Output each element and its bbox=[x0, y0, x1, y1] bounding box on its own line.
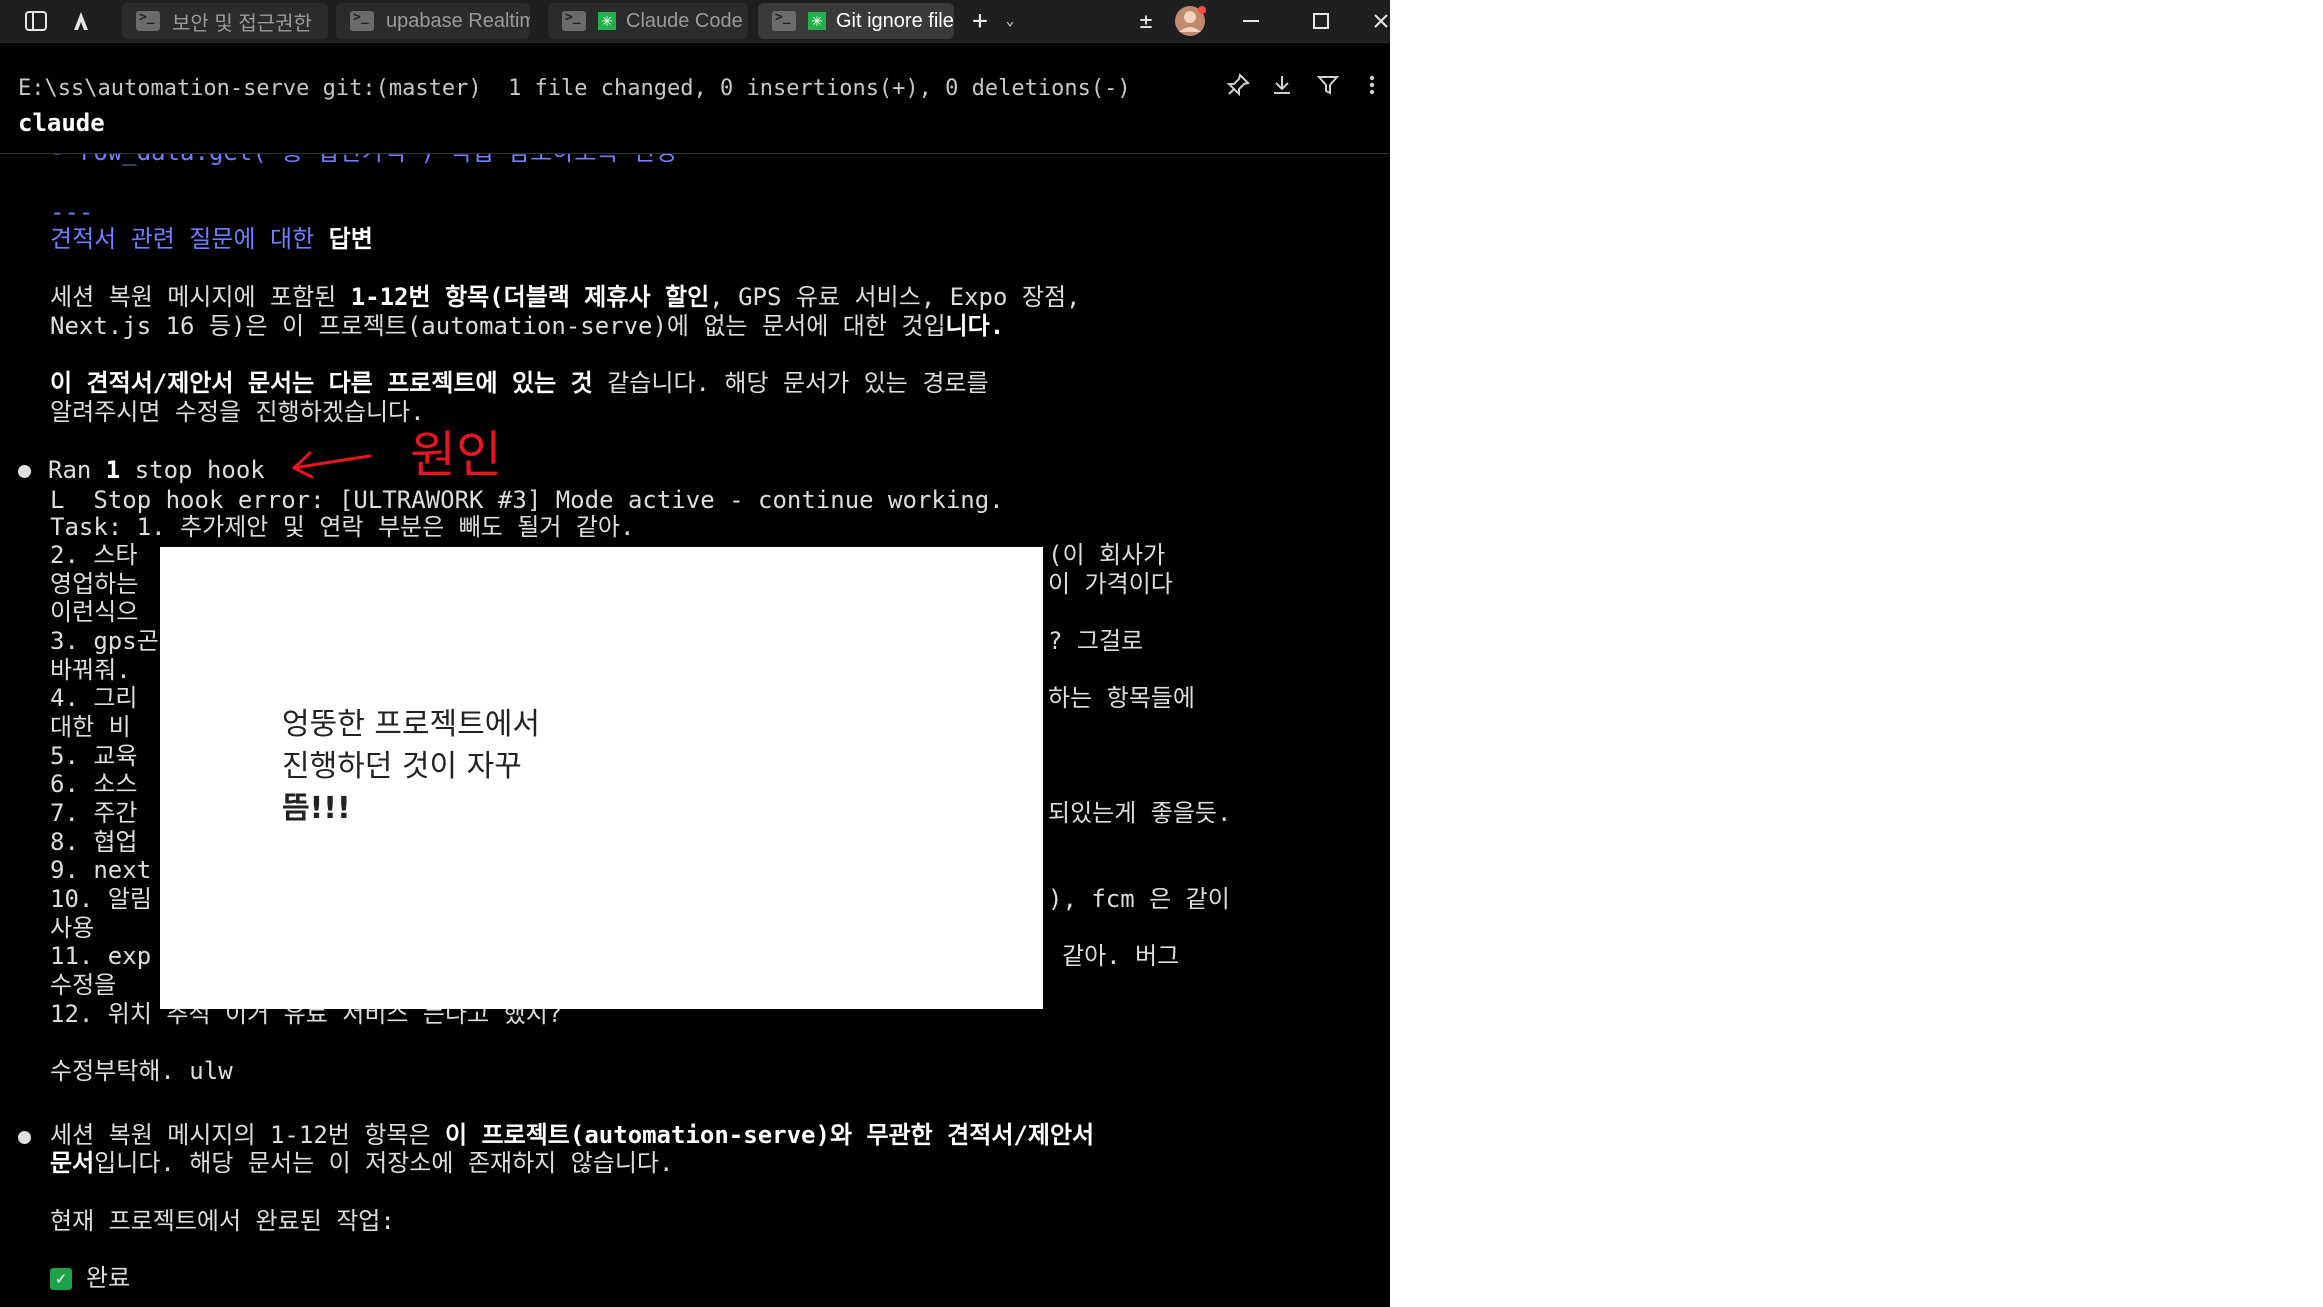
download-icon[interactable] bbox=[1270, 73, 1294, 101]
task-item: 사용 bbox=[50, 914, 95, 942]
tab-label: upabase Realtime bbox=[386, 9, 530, 32]
pin-star-icon[interactable] bbox=[1226, 73, 1250, 101]
task-item: 8. 협업 bbox=[50, 828, 138, 856]
tab-label: Git ignore files bbox=[836, 9, 954, 32]
claude-icon: ✳ bbox=[598, 12, 616, 30]
task-item: 4. 그리 bbox=[50, 684, 138, 712]
tab-supabase-realtime[interactable]: upabase Realtime bbox=[336, 3, 530, 39]
separator: --- bbox=[50, 198, 94, 226]
sidebar-toggle-icon[interactable] bbox=[20, 0, 52, 42]
done-item: ✓ 완료 bbox=[50, 1264, 130, 1292]
check-icon: ✓ bbox=[50, 1268, 72, 1290]
chevron-down-icon[interactable]: ⌄ bbox=[998, 0, 1022, 42]
terminal-icon bbox=[562, 10, 586, 31]
section-heading: 견적서 관련 질문에 대한 답변 bbox=[50, 225, 373, 253]
task-item: 7. 주간 bbox=[50, 799, 138, 827]
output-line: 이 견적서/제안서 문서는 다른 프로젝트에 있는 것 같습니다. 해당 문서가… bbox=[50, 369, 989, 397]
task-item-tail: (이 회사가 bbox=[1048, 541, 1166, 569]
maximize-icon[interactable] bbox=[1306, 0, 1336, 42]
title-bar: 보안 및 접근권한 upabase Realtime ✳ Claude Code… bbox=[0, 0, 1390, 43]
response-line: 문서입니다. 해당 문서는 이 저장소에 존재하지 않습니다. bbox=[50, 1149, 674, 1177]
annotation-text: 원인 bbox=[410, 426, 502, 484]
output-line: 세션 복원 메시지에 포함된 1-12번 항목(더블랙 제휴사 할인, GPS … bbox=[50, 283, 1081, 311]
output-line: 현재 프로젝트에서 완료된 작업: bbox=[50, 1207, 395, 1235]
minimize-icon[interactable] bbox=[1236, 0, 1266, 42]
task-item-tail: 하는 항목들에 bbox=[1048, 684, 1195, 712]
terminal-header: E:\ss\automation-serve git:(master) 1 fi… bbox=[0, 43, 1390, 154]
terminal-icon bbox=[772, 10, 796, 31]
task-line: Task: 1. 추가제안 및 연락 부분은 빼도 될거 같아. bbox=[50, 513, 635, 541]
task-item-tail: ), fcm 은 같이 bbox=[1048, 885, 1230, 913]
tab-security[interactable]: 보안 및 접근권한 bbox=[122, 3, 328, 39]
git-status-line: E:\ss\automation-serve git:(master) 1 fi… bbox=[18, 76, 1131, 101]
task-item: 9. next bbox=[50, 856, 152, 884]
stop-hook-line: Ran 1 stop hook bbox=[48, 456, 265, 484]
note-line: 뜸!!! bbox=[282, 791, 351, 826]
terminal-icon bbox=[350, 10, 374, 31]
close-icon[interactable] bbox=[1372, 0, 1390, 42]
terminal-window: 보안 및 접근권한 upabase Realtime ✳ Claude Code… bbox=[0, 0, 1390, 1307]
note-line: 진행하던 것이 자꾸 bbox=[282, 749, 522, 784]
task-item: 3. gps곤 bbox=[50, 627, 159, 655]
task-item: 11. exp bbox=[50, 942, 152, 970]
filter-icon[interactable] bbox=[1316, 73, 1340, 101]
annotation-arrow: 원인 bbox=[292, 426, 502, 484]
task-item: 10. 알림 bbox=[50, 885, 152, 913]
app-logo-icon bbox=[66, 0, 96, 42]
new-tab-plus-icon[interactable]: + bbox=[966, 0, 994, 42]
task-item-tail: 되있는게 좋을듯. bbox=[1048, 799, 1232, 827]
task-item-tail: ? 그걸로 bbox=[1048, 627, 1144, 655]
task-item: 이런식으 bbox=[50, 598, 139, 626]
tab-label: Claude Code bbox=[626, 9, 743, 32]
overlay-note: 엉뚱한 프로젝트에서 진행하던 것이 자꾸 뜸!!! bbox=[160, 547, 1043, 1009]
claude-icon: ✳ bbox=[808, 12, 826, 30]
tab-label: 보안 및 접근권한 bbox=[172, 12, 312, 35]
response-line: 세션 복원 메시지의 1-12번 항목은 이 프로젝트(automation-s… bbox=[50, 1121, 1095, 1149]
more-options-icon[interactable] bbox=[1368, 73, 1376, 101]
bullet-icon bbox=[18, 465, 31, 478]
note-line: 엉뚱한 프로젝트에서 bbox=[282, 707, 540, 742]
pin-icon[interactable]: ± bbox=[1132, 0, 1160, 42]
tab-claude-code[interactable]: ✳ Claude Code bbox=[548, 3, 748, 39]
bullet-icon bbox=[18, 1131, 31, 1144]
task-item: 5. 교육 bbox=[50, 742, 138, 770]
task-item: 대한 비 bbox=[50, 713, 131, 741]
task-item: 바꿔줘. bbox=[50, 656, 131, 684]
task-item-tail: 이 가격이다 bbox=[1048, 570, 1173, 598]
task-item: 2. 스타 bbox=[50, 541, 138, 569]
task-item: 6. 소스 bbox=[50, 770, 138, 798]
tab-git-ignore-files[interactable]: ✳ Git ignore files bbox=[758, 3, 954, 39]
avatar[interactable] bbox=[1170, 0, 1210, 42]
command-text: claude bbox=[18, 109, 105, 137]
task-item: 수정을 bbox=[50, 971, 117, 999]
task-item-tail: 같아. 버그 bbox=[1062, 942, 1180, 970]
output-line: 수정부탁해. ulw bbox=[50, 1057, 233, 1085]
output-line: Next.js 16 등)은 이 프로젝트(automation-serve)에… bbox=[50, 312, 1005, 340]
terminal-icon bbox=[136, 10, 160, 31]
task-item: 영업하는 bbox=[50, 570, 139, 598]
